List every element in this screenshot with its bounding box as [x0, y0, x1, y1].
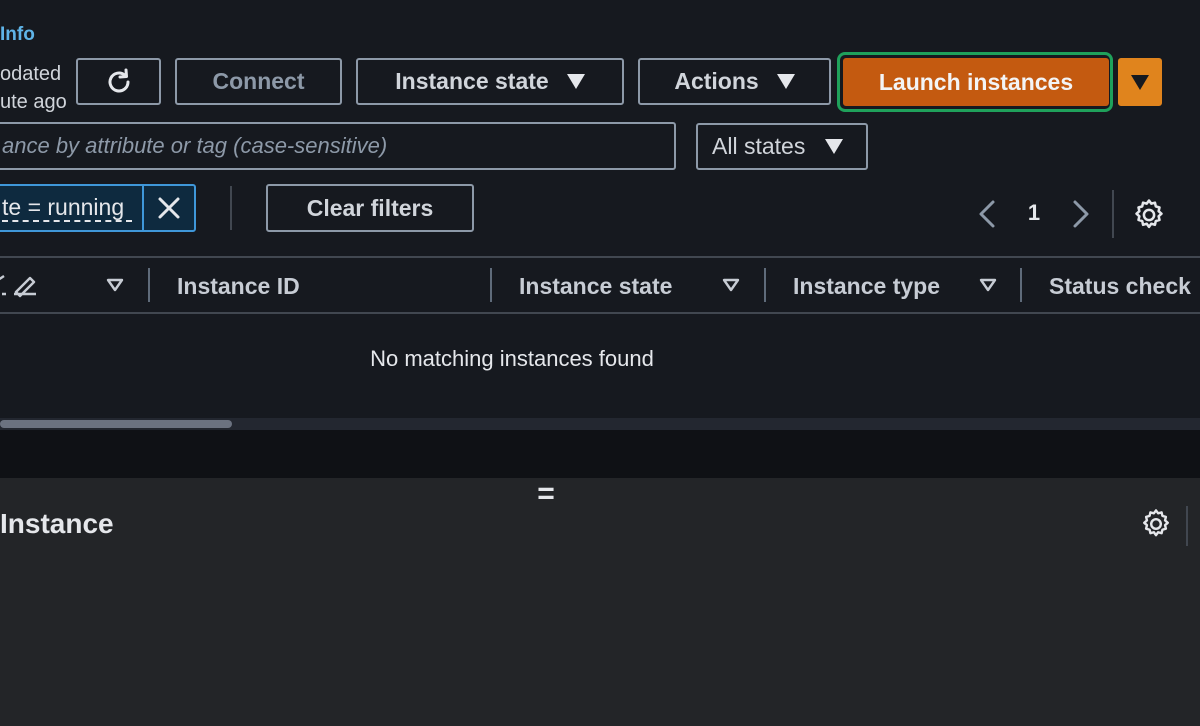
column-header-instance-id[interactable]: Instance ID — [177, 258, 300, 314]
column-divider — [148, 268, 150, 302]
caret-down-icon — [776, 74, 795, 89]
gear-icon — [1143, 509, 1169, 537]
refresh-button[interactable] — [76, 58, 161, 105]
filter-chip-label: te = running — [2, 194, 132, 222]
chevron-left-icon — [979, 200, 995, 228]
clear-filters-label: Clear filters — [306, 194, 434, 221]
resize-handle[interactable]: = — [524, 478, 568, 510]
state-filter-select[interactable]: All states — [696, 123, 868, 170]
state-filter-value: All states — [712, 133, 806, 159]
connect-button[interactable]: Connect — [175, 58, 342, 105]
last-updated-text: odated ute ago — [0, 60, 70, 116]
caret-down-icon — [825, 139, 844, 154]
divider — [1112, 190, 1114, 238]
next-page-button[interactable] — [1066, 196, 1096, 232]
divider — [230, 186, 232, 230]
launch-instances-button[interactable]: Launch instances — [843, 58, 1109, 106]
actions-dropdown[interactable]: Actions — [638, 58, 831, 105]
last-updated-line1: odated — [0, 63, 62, 85]
table-preferences-button[interactable] — [1132, 198, 1168, 234]
column-divider — [490, 268, 492, 302]
search-placeholder: ance by attribute or tag (case-sensitive… — [2, 133, 388, 158]
empty-state-message: No matching instances found — [370, 346, 654, 371]
column-header-instance-state[interactable]: Instance state — [519, 258, 672, 314]
actions-label: Actions — [674, 68, 759, 94]
column-divider — [764, 268, 766, 302]
name-column-header[interactable] — [0, 272, 40, 300]
caret-down-icon — [566, 74, 585, 89]
sort-icon[interactable] — [979, 278, 997, 292]
column-header-instance-type[interactable]: Instance type — [793, 258, 940, 314]
previous-page-button[interactable] — [972, 196, 1002, 232]
refresh-icon — [108, 68, 129, 92]
last-updated-line2: ute ago — [0, 91, 67, 113]
close-icon — [158, 197, 180, 219]
edit-icon — [0, 275, 36, 298]
connect-label: Connect — [212, 68, 305, 94]
remove-filter-button[interactable] — [142, 186, 194, 230]
column-divider — [1020, 268, 1022, 302]
caret-down-icon — [1131, 74, 1149, 90]
chevron-right-icon — [1073, 200, 1089, 228]
gear-icon — [1135, 199, 1163, 229]
filter-chip: te = running — [0, 184, 196, 232]
horizontal-scrollbar-thumb[interactable] — [0, 420, 232, 428]
sort-icon[interactable] — [106, 278, 124, 292]
search-input[interactable]: ance by attribute or tag (case-sensitive… — [0, 122, 676, 170]
instance-state-label: Instance state — [395, 68, 549, 94]
details-panel — [0, 478, 1200, 726]
current-page-number[interactable]: 1 — [1018, 200, 1050, 226]
column-header-status-check[interactable]: Status check — [1049, 258, 1191, 314]
launch-options-button[interactable] — [1118, 58, 1162, 106]
launch-instances-label: Launch instances — [878, 68, 1074, 95]
clear-filters-button[interactable]: Clear filters — [266, 184, 474, 232]
panel-gap — [0, 430, 1200, 478]
details-panel-title: Instance — [0, 508, 114, 539]
instance-state-dropdown[interactable]: Instance state — [356, 58, 624, 105]
divider — [1186, 506, 1188, 546]
sort-icon[interactable] — [722, 278, 740, 292]
panel-preferences-button[interactable] — [1140, 508, 1174, 542]
info-link[interactable]: Info — [0, 24, 35, 46]
